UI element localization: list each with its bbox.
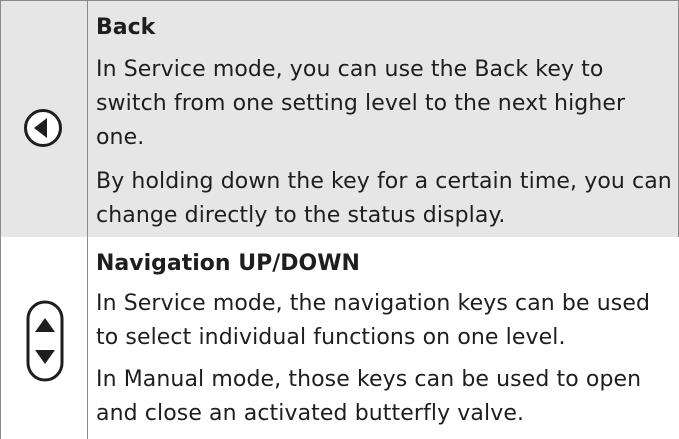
key-title-back: Back xyxy=(96,15,156,40)
icon-cell-back xyxy=(0,1,88,237)
table-row-back: Back In Service mode, you can use the Ba… xyxy=(0,0,679,238)
back-key-icon xyxy=(24,109,62,147)
icon-cell-navigation xyxy=(0,237,88,439)
description-paragraph: By holding down the key for a certain ti… xyxy=(96,169,672,228)
description-paragraph: In Manual mode, those keys can be used t… xyxy=(96,367,642,426)
description-paragraph: In Service mode, the navigation keys can… xyxy=(96,291,651,350)
description-cell-back: Back In Service mode, you can use the Ba… xyxy=(88,1,679,237)
table-row-navigation: Navigation UP/DOWN In Service mode, the … xyxy=(0,237,679,439)
description-cell-navigation: Navigation UP/DOWN In Service mode, the … xyxy=(88,237,679,439)
key-title-navigation: Navigation UP/DOWN xyxy=(96,251,360,276)
description-paragraph: In Service mode, you can use the Back ke… xyxy=(96,57,626,150)
key-description-table: Back In Service mode, you can use the Ba… xyxy=(0,0,679,439)
navigation-up-down-key-icon xyxy=(26,300,64,382)
